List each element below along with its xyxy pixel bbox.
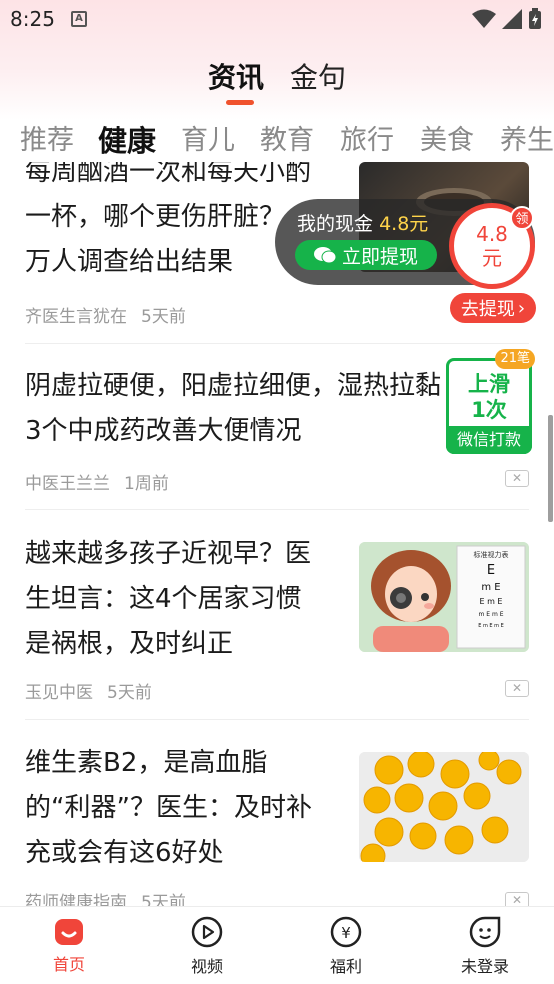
wechat-pay-label: 微信打款: [446, 426, 532, 454]
category-tab-travel[interactable]: 旅行: [340, 118, 394, 157]
article-title-line: 充或会有这6好处: [25, 838, 224, 868]
article-title-line: 维生素B2，是高血脂: [25, 748, 268, 778]
article-source: 玉见中医: [25, 683, 93, 703]
nav-video[interactable]: 视频: [162, 915, 252, 977]
cash-coin[interactable]: 4.8 元 领: [449, 203, 535, 289]
eye-chart-image: 标准视力表 E m E E m E m E m E E m E m E: [359, 542, 529, 652]
coin-unit: 元: [482, 246, 502, 270]
withdraw-now-button[interactable]: 立即提现: [295, 240, 437, 270]
collect-badge[interactable]: 领: [510, 206, 534, 230]
article-time: 1周前: [124, 474, 169, 494]
article-source: 中医王兰兰: [25, 474, 110, 494]
article-thumbnail[interactable]: [359, 752, 529, 862]
go-withdraw-label: 去提现: [460, 299, 515, 320]
coin-value: 4.8: [476, 222, 508, 246]
article-title: 维生素B2，是高血脂 的“利器”？医生：及时补 充或会有这6好处: [25, 741, 355, 876]
video-play-icon: [191, 916, 223, 948]
home-icon: [55, 919, 83, 945]
signal-icon: [502, 9, 522, 29]
chevron-right-icon: ›: [517, 297, 526, 319]
slide-reward-widget[interactable]: 上滑 1次 微信打款 21笔: [446, 349, 535, 454]
wechat-icon: [313, 247, 336, 264]
svg-text:m E m E: m E m E: [479, 611, 504, 618]
article-title: 越来越多孩子近视早？医 生坦言：这4个居家习惯 是祸根，及时纠正: [25, 532, 355, 667]
go-withdraw-button[interactable]: 去提现 ›: [450, 293, 536, 323]
article-meta: 药师健康指南 5天前: [25, 888, 186, 906]
article-source: 齐医生言犹在: [25, 307, 127, 327]
category-tab-health[interactable]: 健康: [98, 118, 156, 160]
nav-profile[interactable]: 未登录: [440, 915, 530, 977]
category-tabs: 推荐 健康 育儿 教育 旅行 美食 养生: [0, 118, 554, 162]
main-tabs: 资讯 金句: [0, 50, 554, 110]
article-title-line: 的“利器”？医生：及时补: [25, 793, 312, 823]
article-title-line: 每周酗酒一次和每天小酌: [25, 162, 312, 187]
tab-quotes[interactable]: 金句: [290, 56, 346, 96]
app-screen: 8:25 A 资讯 金句 推荐 健康 育儿 教育 旅行 美食 养生 每周酗酒一次…: [0, 0, 554, 984]
eye-chart-title: 标准视力表: [474, 550, 509, 559]
cash-label-text: 我的现金: [297, 213, 374, 235]
article-thumbnail[interactable]: 标准视力表 E m E E m E m E m E E m E m E: [359, 542, 529, 652]
article-item[interactable]: 越来越多孩子近视早？医 生坦言：这4个居家习惯 是祸根，及时纠正 标准视力表 E…: [0, 510, 554, 720]
status-time: 8:25: [10, 7, 55, 31]
slide-line-1: 上滑: [468, 372, 510, 396]
article-title-line: 越来越多孩子近视早？医: [25, 539, 312, 569]
article-time: 5天前: [141, 893, 186, 906]
active-tab-indicator: [226, 100, 254, 105]
svg-text:E m E m E: E m E m E: [478, 623, 504, 629]
category-tab-wellness[interactable]: 养生: [500, 118, 554, 157]
vitamin-pills-image: [359, 752, 529, 862]
article-meta: 玉见中医 5天前: [25, 678, 152, 703]
svg-text:¥: ¥: [341, 924, 351, 942]
article-title-line: 是祸根，及时纠正: [25, 629, 234, 659]
article-time: 5天前: [107, 683, 152, 703]
cash-label: 我的现金 4.8元: [297, 209, 428, 236]
category-tab-recommend[interactable]: 推荐: [20, 118, 74, 157]
dismiss-close-icon[interactable]: ✕: [505, 892, 529, 906]
category-tab-food[interactable]: 美食: [420, 118, 474, 157]
svg-text:E m E: E m E: [480, 597, 503, 606]
tab-news[interactable]: 资讯: [208, 56, 264, 96]
notification-a-icon: A: [71, 11, 87, 27]
nav-welfare[interactable]: ¥ 福利: [301, 915, 391, 977]
nav-home-label: 首页: [52, 955, 85, 974]
battery-icon: [529, 8, 541, 29]
article-item[interactable]: 维生素B2，是高血脂 的“利器”？医生：及时补 充或会有这6好处 药师健康指南 …: [0, 720, 554, 906]
nav-video-label: 视频: [190, 957, 223, 976]
cash-amount: 4.8元: [379, 213, 429, 235]
article-time: 5天前: [141, 307, 186, 327]
avatar-face-icon: [469, 916, 501, 948]
payout-count-badge: 21笔: [495, 349, 535, 369]
article-source: 药师健康指南: [25, 893, 127, 906]
category-tab-education[interactable]: 教育: [260, 118, 314, 157]
article-title-line: 生坦言：这4个居家习惯: [25, 584, 302, 614]
category-tab-parenting[interactable]: 育儿: [181, 118, 235, 157]
nav-profile-label: 未登录: [460, 957, 509, 976]
article-meta: 齐医生言犹在 5天前: [25, 302, 186, 327]
article-meta: 中医王兰兰 1周前: [25, 469, 169, 494]
bottom-nav: 首页 视频 ¥ 福利 未登录: [0, 906, 554, 984]
yen-coin-icon: ¥: [330, 916, 362, 948]
dismiss-close-icon[interactable]: ✕: [505, 470, 529, 487]
svg-text:m E: m E: [481, 582, 500, 593]
status-bar: 8:25 A: [0, 0, 554, 36]
svg-text:E: E: [487, 563, 495, 578]
system-icons: [472, 8, 542, 30]
nav-welfare-label: 福利: [329, 957, 362, 976]
slide-reward-text: 上滑 1次: [449, 371, 529, 423]
slide-line-2: 1次: [471, 398, 507, 422]
cash-widget[interactable]: 我的现金 4.8元 立即提现 4.8 元 领: [275, 199, 535, 289]
wifi-icon: [472, 9, 496, 28]
dismiss-close-icon[interactable]: ✕: [505, 680, 529, 697]
nav-home[interactable]: 首页: [24, 915, 114, 975]
scrollbar[interactable]: [548, 415, 553, 522]
withdraw-now-label: 立即提现: [341, 245, 418, 268]
